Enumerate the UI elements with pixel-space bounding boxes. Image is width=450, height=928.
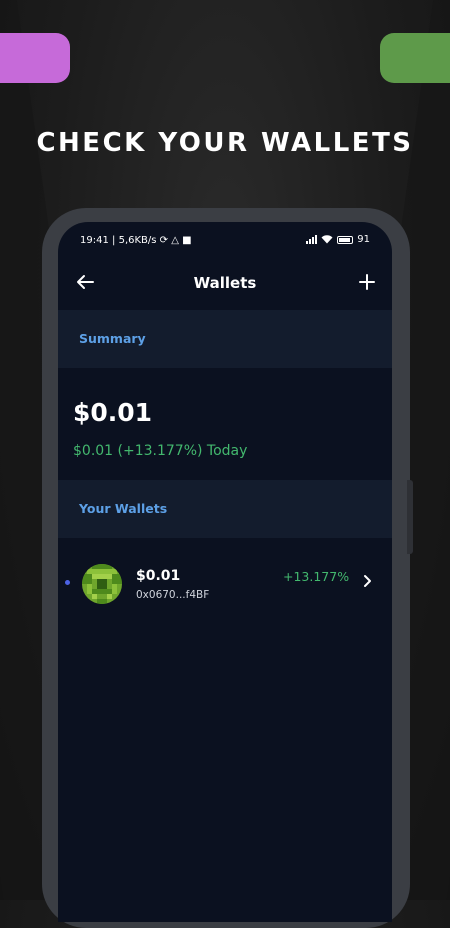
wallet-address: 0x0670...f4BF <box>136 589 210 601</box>
decorative-pill-right <box>380 33 450 83</box>
summary-card: $0.01 $0.01 (+13.177%) Today <box>58 368 392 480</box>
status-right: 91 <box>306 234 370 245</box>
chevron-right-icon[interactable] <box>360 573 374 589</box>
status-bar: 19:41 | 5,6KB/s ⟳ △ ■ 91 <box>58 222 392 258</box>
wallets-section-header: Your Wallets <box>58 480 392 538</box>
app-bar: Wallets <box>58 258 392 310</box>
status-time: 19:41 <box>80 235 109 246</box>
decorative-pill-left <box>0 33 70 83</box>
wallets-label: Your Wallets <box>79 501 168 516</box>
sync-icon: ⟳ <box>159 235 169 246</box>
total-change-today: $0.01 (+13.177%) Today <box>73 443 248 459</box>
add-wallet-button[interactable] <box>356 271 378 293</box>
status-network-speed: 5,6KB/s <box>118 235 157 246</box>
alert-icon: △ <box>171 235 179 246</box>
phone-side-button <box>407 480 413 554</box>
wallet-balance: $0.01 <box>136 568 181 584</box>
summary-section-header: Summary <box>58 310 392 368</box>
wifi-icon <box>321 235 333 244</box>
phone-screen: 19:41 | 5,6KB/s ⟳ △ ■ 91 Wallets Summary… <box>58 222 392 922</box>
total-balance: $0.01 <box>73 398 153 427</box>
notification-icon: ■ <box>182 235 192 246</box>
promo-headline: CHECK YOUR WALLETS <box>36 128 414 158</box>
active-wallet-dot <box>65 580 70 585</box>
plus-icon <box>359 274 375 290</box>
signal-icon <box>306 235 318 244</box>
summary-label: Summary <box>79 331 146 346</box>
page-title: Wallets <box>193 274 257 292</box>
wallet-avatar <box>82 564 122 604</box>
battery-icon <box>337 235 354 244</box>
status-left: 19:41 | 5,6KB/s ⟳ △ ■ <box>80 235 192 246</box>
battery-level: 91 <box>357 234 370 245</box>
wallet-list-item[interactable]: $0.01 0x0670...f4BF +13.177% <box>58 538 392 618</box>
wallet-change: +13.177% <box>283 569 350 584</box>
